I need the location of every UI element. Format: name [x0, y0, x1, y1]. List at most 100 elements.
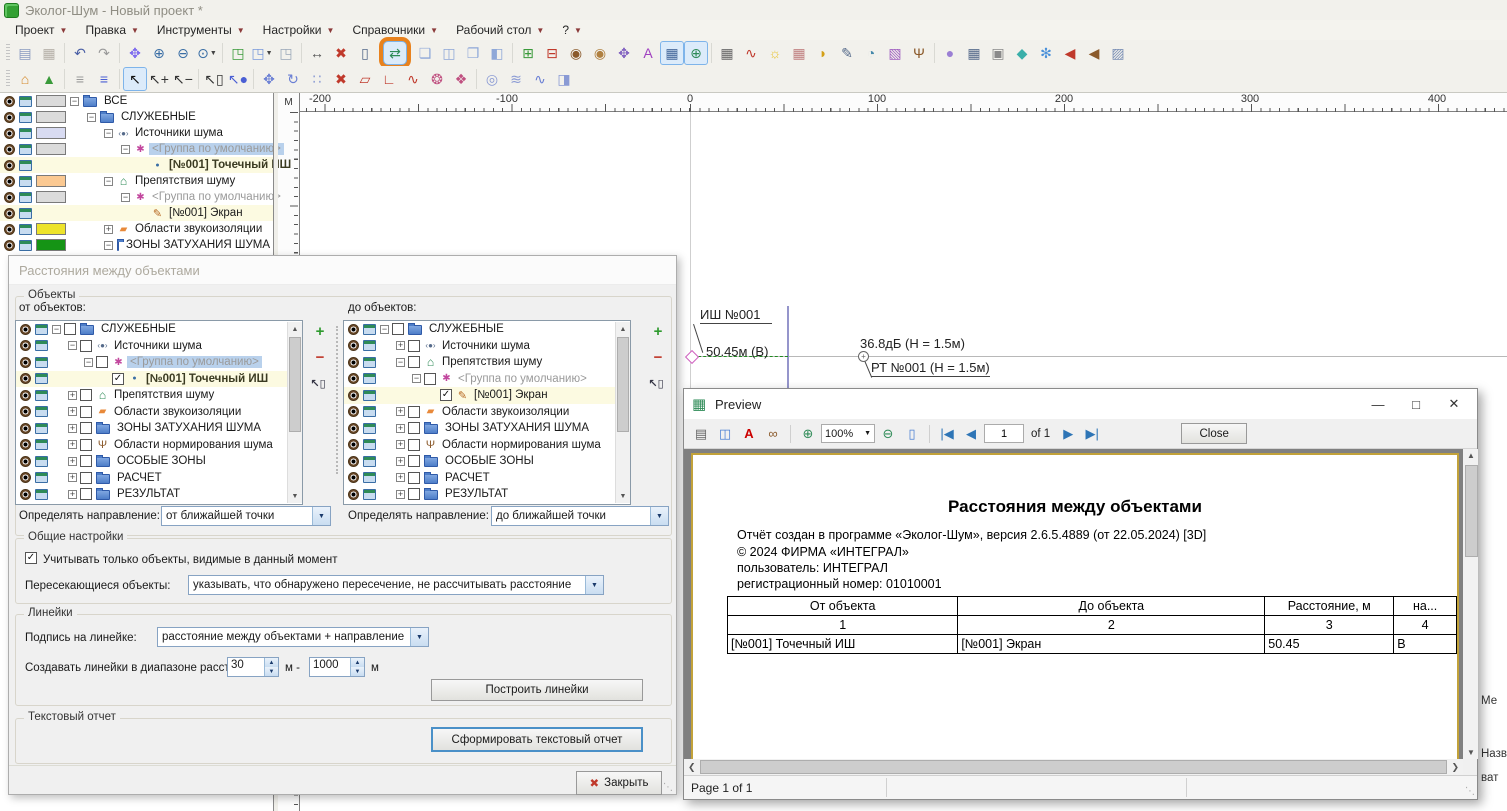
ruler-caption-select[interactable]: расстояние между объектами + направление… — [157, 627, 429, 647]
visibility-eye-icon[interactable] — [20, 324, 31, 335]
scroll-up-icon[interactable]: ▲ — [288, 322, 302, 336]
tree-item-label[interactable]: Области звукоизоляции — [111, 406, 244, 418]
visibility-eye-icon[interactable] — [348, 324, 359, 335]
tree-row[interactable]: ✎[№001] Экран — [0, 205, 273, 221]
expand-icon[interactable]: + — [68, 407, 77, 416]
collapse-icon[interactable]: − — [104, 129, 113, 138]
tree-item-label[interactable]: ОСОБЫЕ ЗОНЫ — [114, 455, 209, 467]
unchecked-checkbox[interactable] — [408, 406, 420, 418]
print-button[interactable]: ▤ — [690, 423, 712, 445]
menu-item-5[interactable]: Справочники▼ — [343, 21, 447, 39]
tree-item-label[interactable]: СЛУЖЕБНЫЕ — [98, 323, 179, 335]
print-layer-icon[interactable] — [19, 160, 32, 171]
visibility-eye-icon[interactable] — [348, 340, 359, 351]
save-button[interactable]: ▤ — [13, 41, 37, 65]
prev-page-button[interactable]: ◀ — [960, 423, 982, 445]
node-point-button[interactable]: ◉ — [588, 41, 612, 65]
print-layer-icon[interactable] — [363, 456, 376, 467]
visibility-eye-icon[interactable] — [20, 406, 31, 417]
curve-edit-button[interactable]: ∿ — [401, 67, 425, 91]
tree-row[interactable]: +ЗОНЫ ЗАТУХАНИЯ ШУМА — [344, 420, 630, 437]
tree-row[interactable]: −⌂Препятствия шуму — [344, 354, 630, 371]
visibility-eye-icon[interactable] — [348, 423, 359, 434]
tree-item-label[interactable]: Источники шума — [439, 340, 533, 352]
scroll-up-icon[interactable]: ▲ — [616, 322, 630, 336]
distance-tool-button[interactable]: ⇄ — [383, 41, 407, 65]
node-add-button[interactable]: ⊞ — [516, 41, 540, 65]
unchecked-checkbox[interactable] — [392, 323, 404, 335]
doc-edit-button[interactable]: ✎ — [835, 41, 859, 65]
unchecked-checkbox[interactable] — [80, 422, 92, 434]
tree-row[interactable]: +РАСЧЕТ — [344, 470, 630, 487]
layer-color-swatch[interactable] — [36, 191, 66, 203]
collapse-icon[interactable]: − — [52, 325, 61, 334]
tree-row[interactable]: +ЗОНЫ ЗАТУХАНИЯ ШУМА — [16, 420, 302, 437]
checked-checkbox[interactable]: ✓ — [440, 389, 452, 401]
scroll-down-icon[interactable]: ▼ — [288, 489, 302, 503]
tree-row[interactable]: +ОСОБЫЕ ЗОНЫ — [344, 453, 630, 470]
collapse-icon[interactable]: − — [412, 374, 421, 383]
layer-color-swatch[interactable] — [36, 223, 66, 235]
zoom-in-button[interactable]: ⊕ — [797, 423, 819, 445]
visibility-eye-icon[interactable] — [348, 472, 359, 483]
tree-item-label[interactable]: ЗОНЫ ЗАТУХАНИЯ ШУМА — [442, 422, 592, 434]
scroll-down-icon[interactable]: ▼ — [616, 489, 630, 503]
page-setup-button[interactable]: ▯ — [901, 423, 923, 445]
unchecked-checkbox[interactable] — [408, 422, 420, 434]
unchecked-checkbox[interactable] — [80, 340, 92, 352]
range-max-stepper[interactable]: 1000 ▲▼ — [309, 657, 365, 677]
from-remove-button[interactable]: − — [311, 348, 329, 366]
visibility-eye-icon[interactable] — [348, 406, 359, 417]
preview-title-bar[interactable]: ▦ Preview — □ ✕ — [684, 389, 1477, 419]
grid-ruler-button[interactable]: ▦ — [660, 41, 684, 65]
tree-item-label[interactable]: <Группа по умолчанию> — [455, 373, 590, 385]
visibility-eye-icon[interactable] — [20, 357, 31, 368]
profile-button[interactable]: ∿ — [739, 41, 763, 65]
tree-row[interactable]: −✱<Группа по умолчанию> — [344, 371, 630, 388]
print-layer-icon[interactable] — [35, 472, 48, 483]
chevron-down-icon[interactable]: ▼ — [410, 628, 428, 646]
visibility-eye-icon[interactable] — [4, 160, 15, 171]
collapse-icon[interactable]: − — [87, 113, 96, 122]
layer-color-swatch[interactable] — [36, 95, 66, 107]
map-search-button[interactable]: ⊕ — [684, 41, 708, 65]
print-layer-icon[interactable] — [19, 112, 32, 123]
collapse-icon[interactable]: − — [380, 325, 389, 334]
intersect-select[interactable]: указывать, что обнаружено пересечение, н… — [188, 575, 604, 595]
visibility-eye-icon[interactable] — [4, 176, 15, 187]
tree-item-label[interactable]: ЗОНЫ ЗАТУХАНИЯ ШУМА — [123, 239, 273, 251]
tree-item-label[interactable]: Области нормирования шума — [111, 439, 276, 451]
preview-resize-grip[interactable]: ⋱ — [1465, 786, 1475, 797]
tree-item-label[interactable]: [№001] Точечный ИШ — [143, 373, 271, 385]
transport-button[interactable]: ● — [938, 41, 962, 65]
measure-delete-button[interactable]: ✖ — [329, 41, 353, 65]
unchecked-checkbox[interactable] — [80, 439, 92, 451]
close-dialog-button[interactable]: ✖ Закрыть — [576, 771, 662, 795]
collapse-icon[interactable]: − — [68, 341, 77, 350]
visibility-eye-icon[interactable] — [4, 144, 15, 155]
save-button[interactable]: ◫ — [714, 423, 736, 445]
print-layer-icon[interactable] — [19, 144, 32, 155]
select-page-button[interactable]: ↖▯ — [202, 67, 226, 91]
expand-icon[interactable]: + — [396, 473, 405, 482]
visibility-eye-icon[interactable] — [348, 489, 359, 500]
maximize-icon[interactable]: □ — [1401, 397, 1431, 412]
select-add-button[interactable]: ↖+ — [147, 67, 171, 91]
noise-source-marker[interactable] — [685, 350, 699, 364]
visibility-eye-icon[interactable] — [348, 390, 359, 401]
dialog-title-bar[interactable]: Расстояния между объектами — [9, 256, 676, 285]
tree-item-label[interactable]: Области звукоизоляции — [439, 406, 572, 418]
noise-area-button[interactable]: ≋ — [504, 67, 528, 91]
redo-button[interactable]: ↷ — [92, 41, 116, 65]
tree-item-label[interactable]: Препятствия шуму — [439, 356, 545, 368]
tree-row[interactable]: +▰Области звукоизоляции — [344, 404, 630, 421]
tree-row[interactable]: −‹●›Источники шума — [16, 338, 302, 355]
layer-color-swatch[interactable] — [36, 239, 66, 251]
car-button[interactable]: ◆ — [1010, 41, 1034, 65]
to-add-button[interactable]: + — [649, 322, 667, 340]
scrollbar-thumb[interactable] — [617, 337, 629, 432]
visibility-eye-icon[interactable] — [4, 208, 15, 219]
print-layer-icon[interactable] — [35, 423, 48, 434]
print-layer-icon[interactable] — [19, 96, 32, 107]
print-layer-icon[interactable] — [19, 176, 32, 187]
